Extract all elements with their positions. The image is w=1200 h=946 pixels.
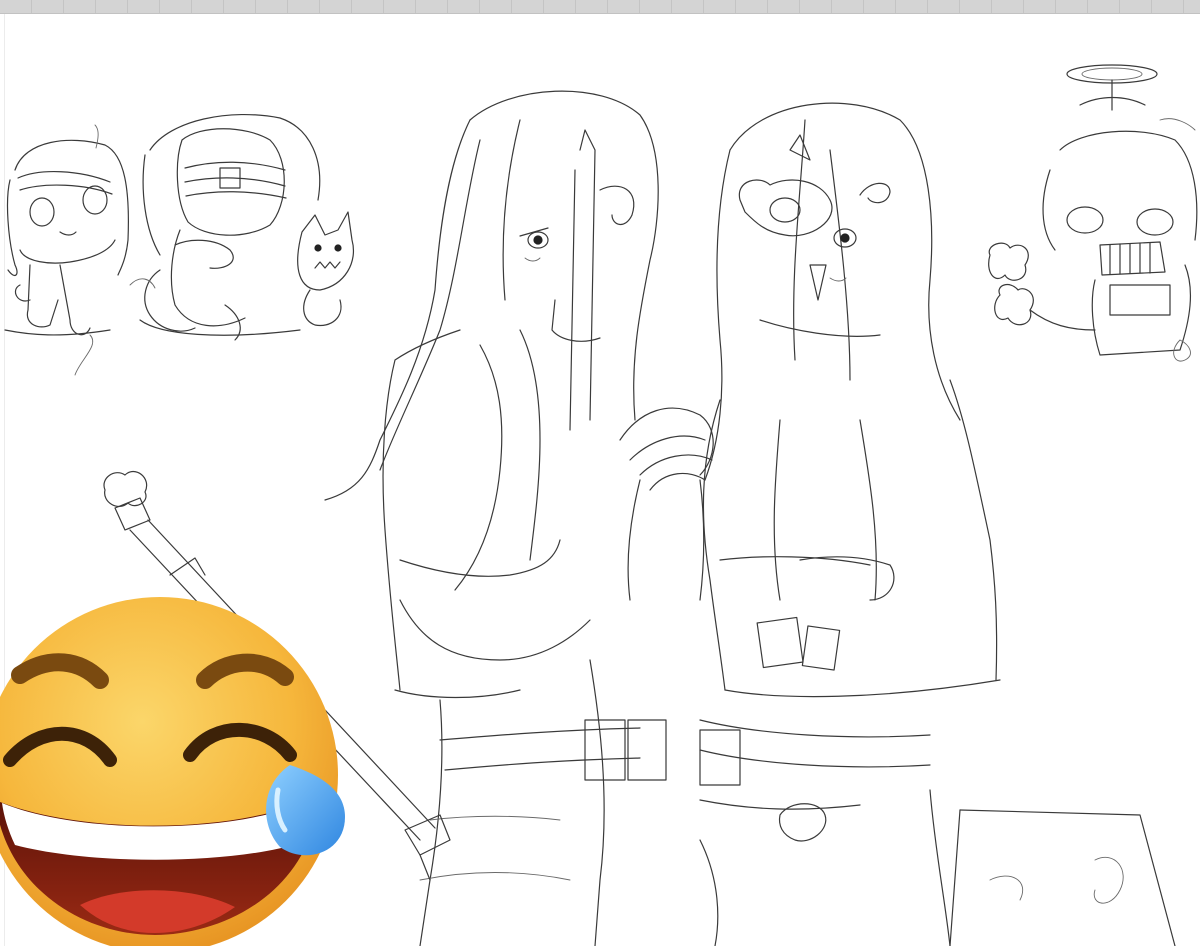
face-with-tears-of-joy-icon — [0, 597, 345, 946]
chibi-hooded-figure-sketch-icon — [129, 113, 321, 341]
propeller-hat-chibi-sketch-icon — [988, 64, 1198, 362]
two-long-haired-girls-sketch-icon — [324, 90, 1176, 946]
drawing-app-page — [0, 0, 1200, 946]
chibi-girl-sketch-icon — [4, 124, 129, 376]
cat-creature-sketch-icon — [297, 211, 354, 327]
